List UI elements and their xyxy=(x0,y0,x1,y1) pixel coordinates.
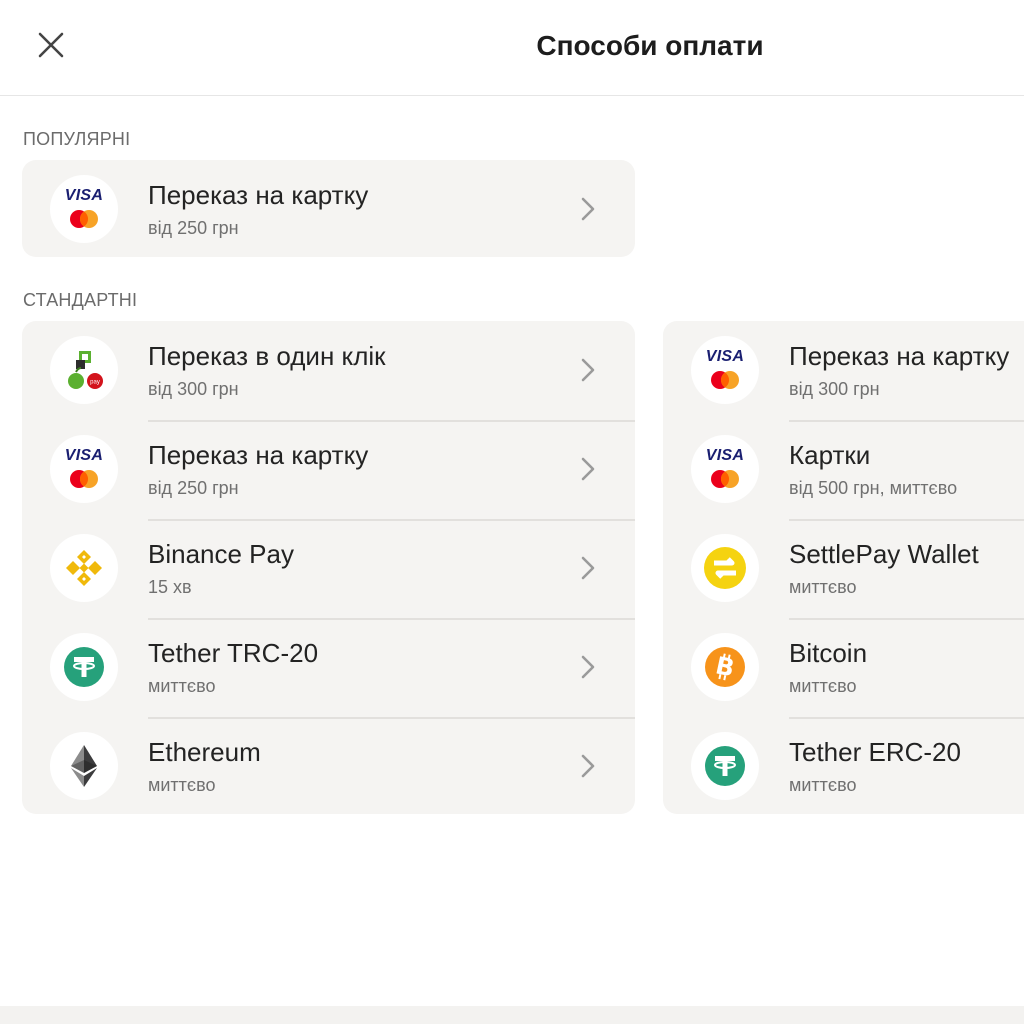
method-row[interactable]: Tether TRC-20 миттєво xyxy=(22,618,635,717)
method-row-card-transfer[interactable]: VISA Переказ на картку від 250 грн xyxy=(22,160,635,257)
method-title: Bitcoin xyxy=(789,638,868,668)
method-row[interactable]: B Bitcoin миттєво xyxy=(663,618,1024,717)
standard-card-right: VISA Переказ на картку від 300 грн VISA К… xyxy=(663,321,1024,814)
method-title: Ethereum xyxy=(148,737,261,767)
row-divider xyxy=(789,618,1024,620)
row-divider xyxy=(789,420,1024,422)
chevron-right-icon xyxy=(579,555,597,581)
method-subtitle: миттєво xyxy=(148,676,216,696)
privat-icon: pay xyxy=(50,336,118,404)
method-title: Переказ на картку xyxy=(789,341,1010,371)
method-row[interactable]: SettlePay Wallet миттєво xyxy=(663,519,1024,618)
method-row[interactable]: pay Переказ в один клік від 300 грн xyxy=(22,321,635,420)
method-title: Картки xyxy=(789,440,871,470)
row-divider xyxy=(789,519,1024,521)
method-subtitle: від 250 грн xyxy=(148,478,239,498)
row-divider xyxy=(789,717,1024,719)
header: Способи оплати xyxy=(0,0,1024,96)
visa-mastercard-icon: VISA xyxy=(691,435,759,503)
row-divider xyxy=(148,420,635,422)
method-subtitle: миттєво xyxy=(148,775,216,795)
visa-logo: VISA xyxy=(64,187,104,204)
ethereum-icon xyxy=(50,732,118,800)
visa-mastercard-icon: VISA xyxy=(50,435,118,503)
row-divider xyxy=(148,618,635,620)
method-subtitle: миттєво xyxy=(789,775,857,795)
settlepay-icon xyxy=(691,534,759,602)
method-subtitle: 15 хв xyxy=(148,577,192,597)
method-title: Binance Pay xyxy=(148,539,294,569)
method-row[interactable]: Tether ERC-20 миттєво xyxy=(663,717,1024,814)
binance-icon xyxy=(50,534,118,602)
method-title: Переказ в один клік xyxy=(148,341,386,371)
page-title: Способи оплати xyxy=(536,30,764,61)
bitcoin-icon: B xyxy=(691,633,759,701)
method-subtitle: миттєво xyxy=(789,676,857,696)
method-subtitle: миттєво xyxy=(789,577,857,597)
chevron-right-icon xyxy=(579,357,597,383)
visa-logo: VISA xyxy=(64,447,104,464)
method-subtitle: від 300 грн xyxy=(789,379,880,399)
chevron-right-icon xyxy=(579,753,597,779)
method-row[interactable]: VISA Переказ на картку від 250 грн xyxy=(22,420,635,519)
popular-card: VISA Переказ на картку від 250 грн xyxy=(22,160,635,257)
method-subtitle: від 250 грн xyxy=(148,218,239,238)
row-divider xyxy=(148,717,635,719)
visa-logo: VISA xyxy=(705,348,745,365)
chevron-right-icon xyxy=(579,654,597,680)
chevron-right-icon xyxy=(579,456,597,482)
tether-icon xyxy=(50,633,118,701)
method-title: SettlePay Wallet xyxy=(789,539,979,569)
method-title: Tether ERC-20 xyxy=(789,737,961,767)
method-row[interactable]: VISA Картки від 500 грн, миттєво xyxy=(663,420,1024,519)
method-title: Переказ на картку xyxy=(148,180,369,210)
method-subtitle: від 300 грн xyxy=(148,379,239,399)
method-subtitle: від 500 грн, миттєво xyxy=(789,478,958,498)
chevron-right-icon xyxy=(579,196,597,222)
row-divider xyxy=(148,519,635,521)
bottom-edge xyxy=(0,1006,1024,1024)
tether-icon xyxy=(691,732,759,800)
method-row[interactable]: Binance Pay 15 хв xyxy=(22,519,635,618)
svg-text:pay: pay xyxy=(90,380,100,386)
visa-mastercard-icon: VISA xyxy=(691,336,759,404)
section-label-popular: ПОПУЛЯРНІ xyxy=(23,129,131,149)
standard-card-left: pay Переказ в один клік від 300 грн VISA … xyxy=(22,321,635,814)
visa-mastercard-icon: VISA xyxy=(50,175,118,243)
method-row[interactable]: VISA Переказ на картку від 300 грн xyxy=(663,321,1024,420)
visa-logo: VISA xyxy=(705,447,745,464)
method-title: Tether TRC-20 xyxy=(148,638,319,668)
method-title: Переказ на картку xyxy=(148,440,369,470)
method-row[interactable]: Ethereum миттєво xyxy=(22,717,635,814)
section-label-standard: СТАНДАРТНІ xyxy=(23,290,138,310)
